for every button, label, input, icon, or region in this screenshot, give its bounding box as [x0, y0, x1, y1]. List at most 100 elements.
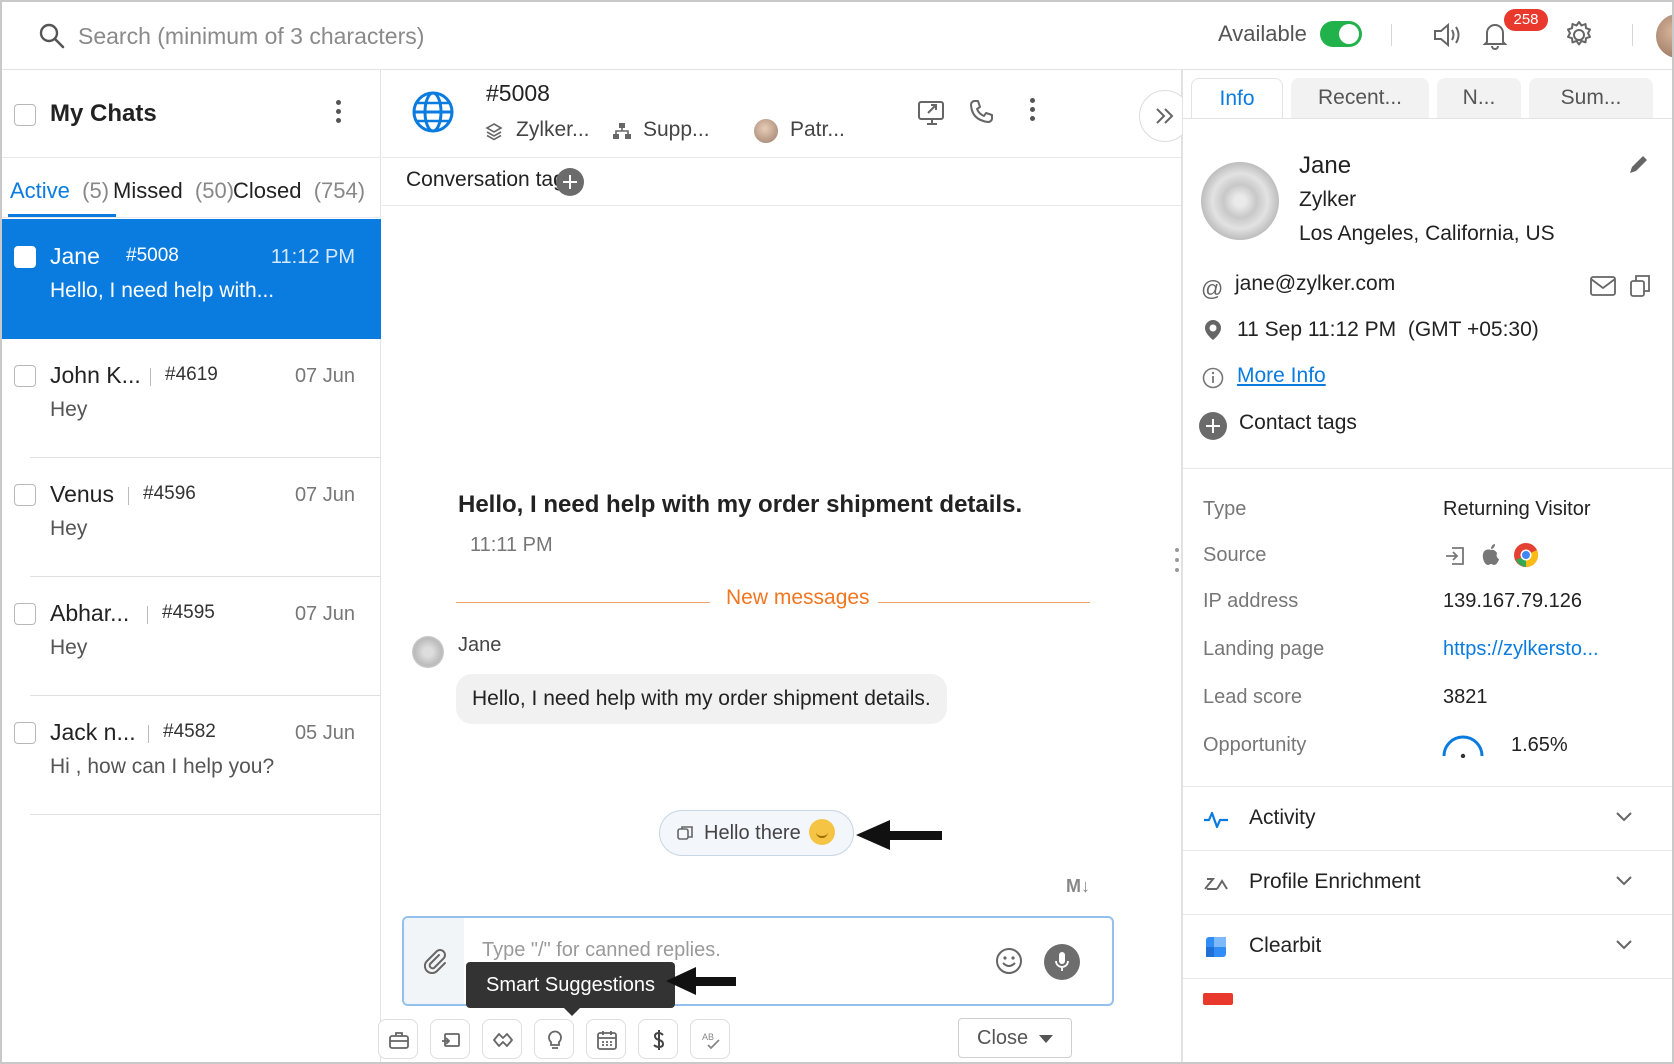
- conversation-id: #5008: [486, 80, 550, 106]
- copy-icon: [677, 826, 693, 840]
- local-time: 11 Sep 11:12 PM (GMT +05:30): [1237, 318, 1539, 342]
- divider: [1183, 118, 1672, 119]
- gear-icon[interactable]: [1562, 18, 1596, 52]
- divider: [1183, 468, 1672, 469]
- arrow-icon: [856, 820, 942, 850]
- tab-count: (754): [313, 178, 366, 203]
- tab-recent[interactable]: Recent...: [1291, 78, 1429, 118]
- chat-time: 05 Jun: [294, 722, 355, 744]
- transfer-button[interactable]: [430, 1019, 470, 1059]
- prop-label: Landing page: [1203, 638, 1325, 660]
- more-options-icon[interactable]: [334, 100, 342, 126]
- payment-button[interactable]: [638, 1019, 678, 1059]
- contact-company: Zylker: [1299, 188, 1357, 211]
- chat-list-item[interactable]: Venus #4596 07 Jun Hey: [2, 457, 381, 577]
- agent-name[interactable]: Patr...: [790, 118, 845, 142]
- emoji-icon[interactable]: [994, 946, 1024, 976]
- transfer-icon: [442, 1033, 460, 1047]
- copy-icon[interactable]: [1629, 274, 1651, 298]
- department-name[interactable]: Supp...: [643, 118, 710, 142]
- spell-check-button[interactable]: AB: [690, 1019, 730, 1059]
- notification-badge: 258: [1504, 9, 1548, 31]
- smart-suggestion-chip[interactable]: Hello there: [659, 810, 854, 856]
- more-info-link[interactable]: More Info: [1237, 364, 1326, 388]
- section-label: Profile Enrichment: [1249, 870, 1421, 893]
- phone-icon[interactable]: [966, 96, 998, 128]
- section-clearbit[interactable]: Clearbit: [1183, 914, 1672, 978]
- login-icon: [1446, 547, 1464, 565]
- tab-info[interactable]: Info: [1191, 78, 1283, 118]
- screen-share-icon[interactable]: [916, 96, 948, 128]
- landing-page-link[interactable]: https://zylkersto...: [1443, 638, 1599, 661]
- contact-email[interactable]: jane@zylker.com: [1235, 272, 1395, 296]
- paperclip-icon[interactable]: [422, 948, 448, 974]
- divider: [150, 368, 151, 386]
- smart-suggestions-button[interactable]: [534, 1019, 574, 1059]
- chat-checkbox[interactable]: [14, 365, 36, 387]
- section-label: Clearbit: [1249, 934, 1322, 957]
- tab-count: (50): [194, 178, 235, 203]
- chat-list-header: My Chats: [2, 70, 381, 158]
- tab-notes[interactable]: N...: [1437, 78, 1521, 118]
- chat-checkbox[interactable]: [14, 484, 36, 506]
- section-next: [1183, 978, 1672, 1062]
- microphone-button[interactable]: [1044, 944, 1080, 980]
- availability-toggle[interactable]: [1320, 21, 1362, 47]
- search-input[interactable]: [78, 16, 638, 56]
- tab-missed[interactable]: Missed (50): [113, 178, 234, 204]
- chat-list-panel: My Chats Active (5) Missed (50) Closed (…: [2, 70, 381, 1062]
- close-chat-button[interactable]: Close: [958, 1018, 1072, 1058]
- section-activity[interactable]: Activity: [1183, 786, 1672, 850]
- mail-icon[interactable]: [1589, 274, 1617, 298]
- markdown-icon[interactable]: M↓: [1066, 876, 1090, 897]
- chat-list-item[interactable]: John K... #4619 07 Jun Hey: [2, 338, 381, 458]
- agent-avatar: [754, 119, 778, 143]
- add-conversation-tag-button[interactable]: [556, 168, 584, 196]
- new-messages-line: [878, 602, 1090, 603]
- handshake-button[interactable]: [482, 1019, 522, 1059]
- dollar-icon: [653, 1030, 665, 1050]
- tab-label: Active: [10, 178, 70, 203]
- pencil-icon[interactable]: [1625, 152, 1651, 178]
- active-tab-indicator: [8, 214, 116, 217]
- chat-checkbox[interactable]: [14, 246, 36, 268]
- tab-label: Closed: [233, 178, 302, 203]
- select-all-checkbox[interactable]: [14, 104, 36, 126]
- tab-summary[interactable]: Sum...: [1529, 78, 1653, 118]
- chat-list-item[interactable]: Jack n... #4582 05 Jun Hi , how can I he…: [2, 695, 381, 815]
- contact-location: Los Angeles, California, US: [1299, 222, 1555, 245]
- chat-visitor-name: John K...: [50, 362, 141, 388]
- calendar-button[interactable]: [586, 1019, 626, 1059]
- department-icon: [613, 123, 631, 139]
- opportunity-value: 1.65%: [1511, 734, 1568, 756]
- conversation-tags-row: Conversation tags: [382, 158, 1181, 206]
- message-text: Hello, I need help with my order shipmen…: [458, 491, 1023, 518]
- chat-id: #4596: [143, 483, 196, 504]
- more-options-icon[interactable]: [1028, 98, 1036, 124]
- divider: [128, 487, 129, 505]
- section-profile-enrichment[interactable]: Profile Enrichment: [1183, 850, 1672, 914]
- divider: [30, 814, 381, 815]
- prop-label: IP address: [1203, 590, 1299, 612]
- user-avatar[interactable]: [1656, 14, 1672, 58]
- prop-label: Source: [1203, 544, 1267, 566]
- chat-list-title: My Chats: [50, 100, 157, 127]
- chat-checkbox[interactable]: [14, 603, 36, 625]
- chat-checkbox[interactable]: [14, 722, 36, 744]
- chat-preview: Hey: [50, 398, 88, 421]
- contact-tags-label: Contact tags: [1239, 411, 1357, 434]
- chat-time: 07 Jun: [294, 484, 355, 506]
- chat-list-item[interactable]: Abhar... #4595 07 Jun Hey: [2, 576, 381, 696]
- availability-label: Available: [1218, 21, 1307, 46]
- brand-name[interactable]: Zylker...: [516, 118, 590, 142]
- prop-label: Type: [1203, 498, 1247, 520]
- tab-active[interactable]: Active (5): [10, 178, 109, 204]
- chat-preview: Hello, I need help with...: [50, 279, 275, 302]
- tab-count: (5): [82, 178, 110, 203]
- tab-closed[interactable]: Closed (754): [233, 178, 365, 204]
- add-contact-tag-button[interactable]: [1199, 412, 1227, 440]
- chat-preview: Hey: [50, 636, 88, 659]
- sound-icon[interactable]: [1430, 18, 1464, 52]
- canned-responses-button[interactable]: [378, 1019, 418, 1059]
- chat-list-item[interactable]: Jane #5008 11:12 PM Hello, I need help w…: [2, 219, 381, 339]
